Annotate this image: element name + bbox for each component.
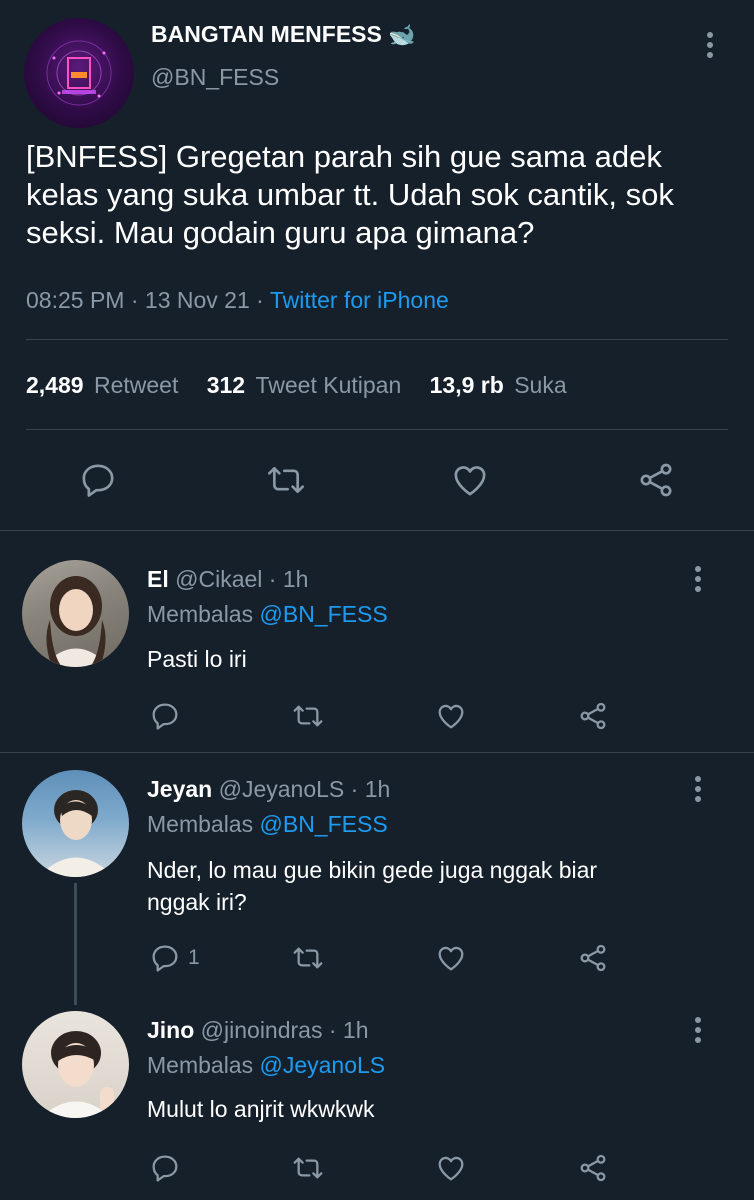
tweet-source-link[interactable]: Twitter for iPhone	[270, 287, 449, 313]
timestamp-row: 08:25 PM · 13 Nov 21 · Twitter for iPhon…	[26, 287, 449, 314]
avatar[interactable]	[24, 18, 134, 128]
reply-count: 1	[188, 946, 200, 969]
share-icon[interactable]	[577, 942, 609, 974]
more-options-icon[interactable]	[700, 28, 720, 62]
replying-to-link[interactable]: @JeyanoLS	[260, 1052, 386, 1078]
tweet-text: [BNFESS] Gregetan parah sih gue sama ade…	[26, 138, 736, 252]
handle[interactable]: @BN_FESS	[151, 64, 279, 91]
tweet-text-line: [BNFESS] Gregetan parah sih gue sama ade…	[26, 139, 662, 174]
tweet-time[interactable]: 08:25 PM	[26, 287, 124, 313]
replying-to-label: Membalas	[147, 601, 254, 627]
like-icon[interactable]	[434, 1152, 468, 1184]
avatar-photo	[38, 790, 114, 877]
retweet-count: 2,489	[26, 372, 84, 398]
reply-handle[interactable]: @Cikael	[175, 566, 262, 592]
stats-row: 2,489 Retweet 312 Tweet Kutipan 13,9 rb …	[26, 372, 567, 399]
reply-time[interactable]: 1h	[365, 776, 391, 802]
reply-text: Mulut lo anjrit wkwkwk	[147, 1096, 375, 1122]
logo-icon	[46, 40, 112, 106]
share-icon[interactable]	[577, 700, 609, 732]
like-icon[interactable]	[450, 460, 490, 500]
separator: ·	[328, 1017, 337, 1043]
divider	[26, 339, 728, 340]
reply-icon[interactable]	[78, 460, 118, 500]
reply-icon[interactable]	[149, 1152, 181, 1184]
reply-name[interactable]: El	[147, 566, 169, 592]
like-icon[interactable]	[434, 942, 468, 974]
reply-time[interactable]: 1h	[283, 566, 309, 592]
retweet-stat[interactable]: 2,489 Retweet	[26, 372, 185, 398]
retweet-label: Retweet	[93, 372, 179, 398]
reply-text: Pasti lo iri	[147, 646, 247, 672]
separator: ·	[268, 566, 277, 592]
thread-connector	[74, 883, 77, 1005]
like-icon[interactable]	[434, 700, 468, 732]
retweet-icon[interactable]	[290, 1152, 326, 1184]
quote-label: Tweet Kutipan	[255, 372, 402, 398]
reply-time[interactable]: 1h	[343, 1017, 369, 1043]
separator: ·	[350, 776, 359, 802]
retweet-icon[interactable]	[290, 942, 326, 974]
separator: ·	[256, 287, 264, 313]
avatar[interactable]	[22, 1011, 129, 1118]
reply-icon[interactable]	[149, 942, 181, 974]
like-stat[interactable]: 13,9 rb Suka	[430, 372, 567, 398]
reply-handle[interactable]: @JeyanoLS	[219, 776, 345, 802]
divider	[0, 530, 754, 531]
share-icon[interactable]	[636, 460, 676, 500]
tweet-date[interactable]: 13 Nov 21	[145, 287, 250, 313]
reply-text-line: nggak iri?	[147, 889, 247, 915]
display-name[interactable]: BANGTAN MENFESS	[151, 21, 382, 47]
more-options-icon[interactable]	[688, 772, 708, 806]
more-options-icon[interactable]	[688, 562, 708, 596]
like-label: Suka	[514, 372, 567, 398]
retweet-icon[interactable]	[264, 460, 308, 500]
divider	[26, 429, 728, 430]
replying-to-label: Membalas	[147, 811, 254, 837]
tweet-text-line: seksi. Mau godain guru apa gimana?	[26, 215, 535, 250]
reply-handle[interactable]: @jinoindras	[201, 1017, 323, 1043]
quote-stat[interactable]: 312 Tweet Kutipan	[207, 372, 408, 398]
avatar[interactable]	[22, 770, 129, 877]
separator: ·	[130, 287, 139, 313]
divider	[0, 752, 754, 753]
avatar-photo	[40, 1031, 114, 1118]
reply-text-line: Nder, lo mau gue bikin gede juga nggak b…	[147, 857, 598, 883]
replying-to-label: Membalas	[147, 1052, 254, 1078]
avatar[interactable]	[22, 560, 129, 667]
avatar-photo	[42, 576, 110, 667]
reply-name[interactable]: Jeyan	[147, 776, 212, 802]
like-count: 13,9 rb	[429, 372, 504, 398]
whale-emoji: 🐋	[388, 22, 416, 47]
replying-to-link[interactable]: @BN_FESS	[260, 811, 388, 837]
reply-name[interactable]: Jino	[147, 1017, 194, 1043]
quote-count: 312	[206, 372, 246, 398]
retweet-icon[interactable]	[290, 700, 326, 732]
share-icon[interactable]	[577, 1152, 609, 1184]
replying-to-link[interactable]: @BN_FESS	[260, 601, 388, 627]
reply-text: Nder, lo mau gue bikin gede juga nggak b…	[147, 854, 597, 918]
tweet-text-line: kelas yang suka umbar tt. Udah sok canti…	[26, 177, 674, 212]
more-options-icon[interactable]	[688, 1013, 708, 1047]
reply-icon[interactable]	[149, 700, 181, 732]
